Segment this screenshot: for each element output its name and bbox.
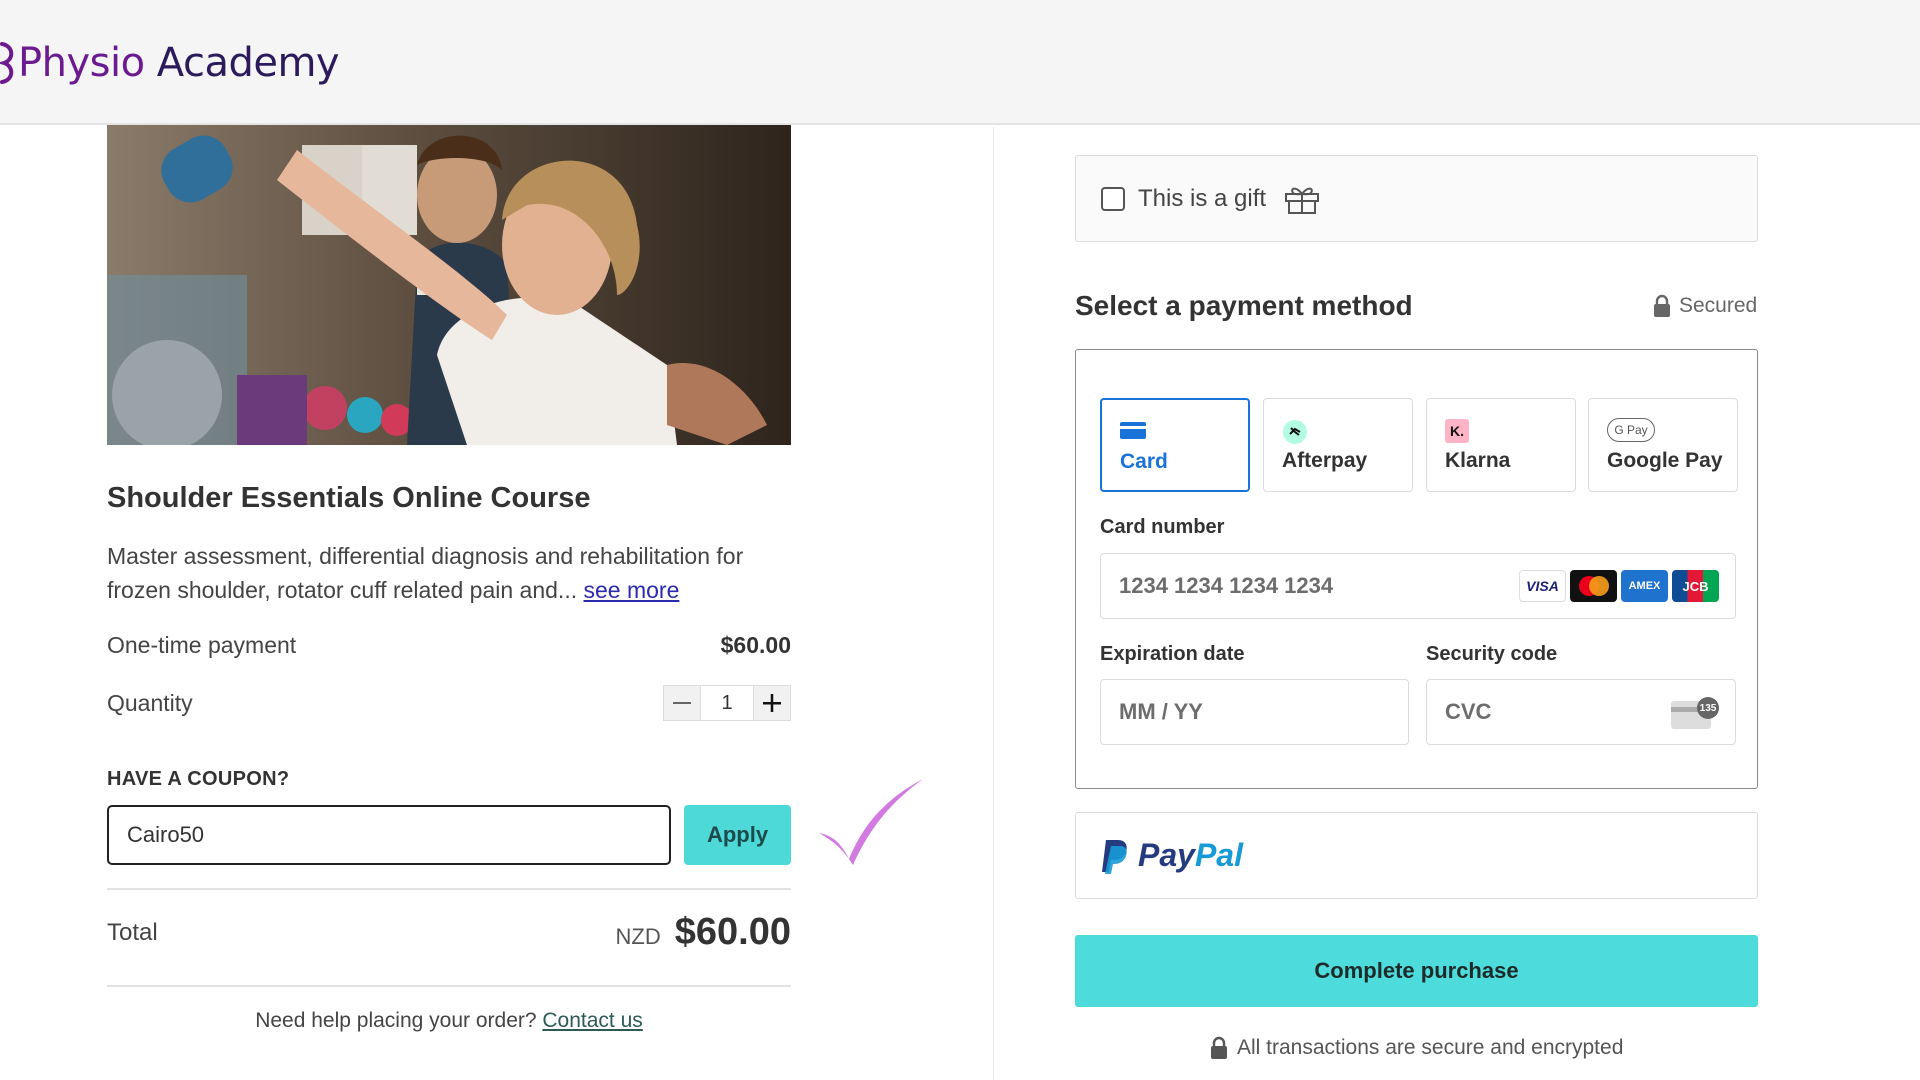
physio-photo bbox=[107, 125, 791, 445]
logo-text: Physio Academy bbox=[18, 40, 340, 86]
plus-icon bbox=[763, 694, 781, 712]
lock-icon bbox=[1654, 294, 1670, 317]
tab-card[interactable]: Card bbox=[1100, 398, 1250, 492]
site-header: Physio Academy bbox=[0, 0, 1920, 125]
payment-type-row: One-time payment $60.00 bbox=[107, 632, 791, 659]
see-more-link[interactable]: see more bbox=[584, 577, 680, 603]
total-row: Total NZD $60.00 bbox=[107, 911, 791, 954]
help-text: Need help placing your order? Contact us bbox=[107, 1009, 791, 1033]
minus-icon bbox=[673, 702, 691, 704]
cvc-placeholder: CVC bbox=[1445, 699, 1492, 724]
secured-label: Secured bbox=[1679, 294, 1758, 317]
apply-coupon-button[interactable]: Apply bbox=[684, 805, 791, 865]
klarna-icon: K. bbox=[1445, 419, 1469, 443]
cvc-label: Security code bbox=[1426, 643, 1558, 665]
paypal-icon bbox=[1102, 839, 1127, 874]
tab-google-pay[interactable]: G Pay Google Pay bbox=[1588, 398, 1738, 492]
google-pay-icon: G Pay bbox=[1607, 418, 1655, 442]
credit-card-icon bbox=[1120, 422, 1146, 439]
expiry-placeholder: MM / YY bbox=[1119, 699, 1203, 724]
cvc-card-icon: 135 bbox=[1671, 697, 1719, 729]
secure-note: All transactions are secure and encrypte… bbox=[1210, 1036, 1623, 1060]
course-hero-image bbox=[107, 125, 791, 445]
logo-physio: Physio bbox=[18, 40, 145, 86]
cvc-badge: 135 bbox=[1697, 697, 1719, 719]
expiry-input[interactable]: MM / YY bbox=[1100, 679, 1409, 745]
expiry-label: Expiration date bbox=[1100, 643, 1245, 665]
gift-icon bbox=[1285, 187, 1320, 214]
paypal-pal: Pal bbox=[1194, 837, 1243, 873]
card-brands: VISA AMEX JCB bbox=[1519, 570, 1719, 602]
increase-quantity-button[interactable] bbox=[753, 685, 791, 721]
secured-indicator: Secured bbox=[1653, 294, 1757, 318]
cvc-input[interactable]: CVC 135 bbox=[1426, 679, 1736, 745]
logo-mark-icon bbox=[0, 42, 14, 84]
checkmark-icon bbox=[819, 779, 923, 865]
quantity-stepper: 1 bbox=[663, 685, 791, 721]
card-number-placeholder: 1234 1234 1234 1234 bbox=[1119, 573, 1334, 598]
visa-icon: VISA bbox=[1519, 570, 1566, 602]
jcb-icon: JCB bbox=[1672, 570, 1719, 602]
divider bbox=[107, 888, 791, 890]
gift-label: This is a gift bbox=[1138, 184, 1267, 212]
paypal-logo-text: PayPal bbox=[1138, 837, 1243, 874]
help-text-prefix: Need help placing your order? bbox=[255, 1009, 543, 1032]
secure-note-text: All transactions are secure and encrypte… bbox=[1237, 1036, 1624, 1059]
divider bbox=[107, 985, 791, 987]
coupon-input[interactable] bbox=[107, 805, 671, 865]
paypal-pay: Pay bbox=[1138, 837, 1195, 873]
paypal-option[interactable]: PayPal bbox=[1075, 812, 1758, 899]
tab-klarna[interactable]: K. Klarna bbox=[1426, 398, 1576, 492]
quantity-value[interactable]: 1 bbox=[701, 685, 753, 721]
complete-purchase-button[interactable]: Complete purchase bbox=[1075, 935, 1758, 1007]
lock-icon bbox=[1211, 1036, 1227, 1059]
tab-klarna-label: Klarna bbox=[1445, 449, 1511, 472]
course-title: Shoulder Essentials Online Course bbox=[107, 482, 591, 514]
gift-option: This is a gift bbox=[1075, 155, 1758, 242]
total-amount: $60.00 bbox=[674, 911, 791, 953]
course-description: Master assessment, differential diagnosi… bbox=[107, 539, 791, 607]
quantity-label: Quantity bbox=[107, 689, 193, 716]
afterpay-icon bbox=[1283, 420, 1307, 444]
total-value: NZD $60.00 bbox=[616, 911, 791, 954]
decrease-quantity-button[interactable] bbox=[663, 685, 701, 721]
payment-method-heading: Select a payment method bbox=[1075, 290, 1413, 321]
payment-type-label: One-time payment bbox=[107, 632, 297, 658]
total-label: Total bbox=[107, 918, 158, 946]
amex-icon: AMEX bbox=[1621, 570, 1668, 602]
tab-afterpay[interactable]: Afterpay bbox=[1263, 398, 1413, 492]
contact-us-link[interactable]: Contact us bbox=[542, 1009, 642, 1032]
logo-academy: Academy bbox=[156, 40, 340, 86]
tab-afterpay-label: Afterpay bbox=[1282, 449, 1368, 472]
tab-card-label: Card bbox=[1120, 450, 1168, 473]
tab-google-pay-label: Google Pay bbox=[1607, 449, 1723, 472]
total-currency: NZD bbox=[615, 924, 661, 949]
mastercard-circles bbox=[1578, 576, 1609, 596]
gift-checkbox[interactable] bbox=[1101, 186, 1125, 211]
physio-academy-logo[interactable]: Physio Academy bbox=[0, 36, 340, 90]
unit-price: $60.00 bbox=[720, 632, 791, 658]
column-divider bbox=[993, 127, 994, 1080]
quantity-row: Quantity 1 bbox=[107, 685, 791, 721]
card-number-input[interactable]: 1234 1234 1234 1234 VISA AMEX JCB bbox=[1100, 553, 1736, 619]
mastercard-icon bbox=[1570, 570, 1617, 602]
card-number-label: Card number bbox=[1100, 516, 1225, 538]
payment-method-panel: Card Afterpay K. Klarna G Pay Google Pay… bbox=[1075, 349, 1758, 789]
coupon-heading: HAVE A COUPON? bbox=[107, 768, 290, 790]
